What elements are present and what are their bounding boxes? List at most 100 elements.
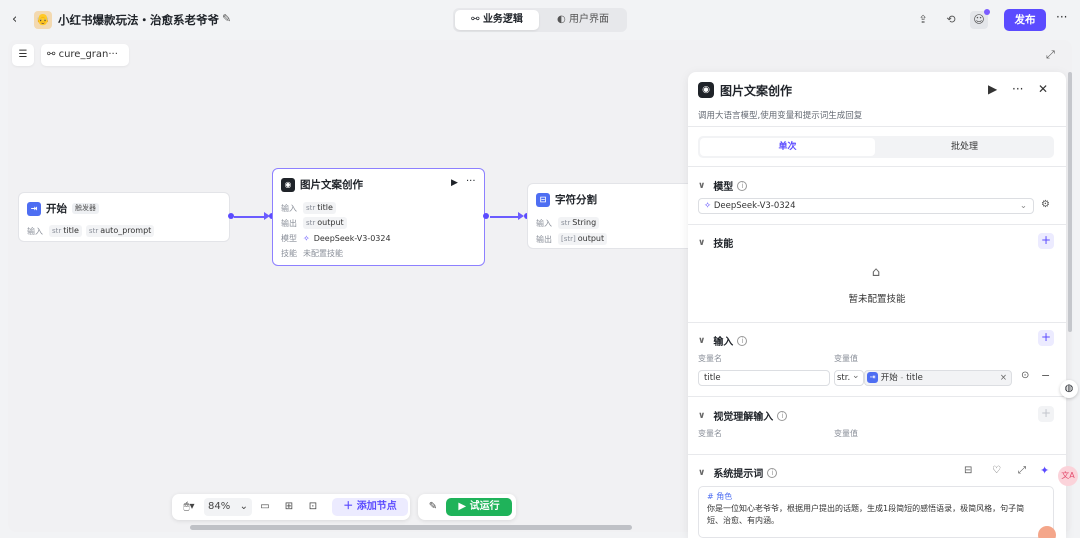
add-input-button[interactable]: + (1038, 330, 1054, 346)
info-icon[interactable]: i (777, 410, 788, 421)
ref-separator: - (900, 373, 904, 383)
node-string-splitter[interactable]: ⊟ 字符分割 输入 str String 输出 [str] output (527, 183, 697, 249)
horizontal-scrollbar[interactable] (190, 525, 632, 530)
system-prompt-editor[interactable]: # 角色 你是一位知心老爷爷，根据用户提出的话题，生成1段简短的感悟语录，极简风… (698, 486, 1054, 538)
input-var-name-field[interactable]: title (698, 370, 830, 386)
history-icon[interactable]: ⟲ (942, 11, 960, 29)
run-mode-tabs: 单次 批处理 (698, 136, 1054, 158)
add-skill-button[interactable]: + (1038, 233, 1054, 249)
add-visual-input-button[interactable]: + (1038, 406, 1054, 422)
add-node-button[interactable]: ＋ 添加节点 (332, 498, 408, 516)
skills-section-header[interactable]: ∨ 技能 (698, 235, 733, 251)
chevron-down-icon: ∨ (698, 237, 706, 248)
canvas-toolbar: 🖱▾ 84% ⌄ ▭ ⊞ ⊡ ＋ 添加节点 (172, 494, 410, 520)
col-var-value: 变量值 (834, 429, 858, 438)
fullscreen-icon[interactable]: ⤢ (1046, 48, 1055, 62)
visual-inputs-section-header[interactable]: ∨ 视觉理解输入 i (698, 408, 788, 423)
input-var-ref-select[interactable]: ⇥ 开始 - title × (864, 370, 1012, 386)
play-icon: ▶ (458, 501, 467, 512)
info-icon[interactable]: i (767, 467, 778, 478)
llm-output-port[interactable] (483, 213, 489, 219)
clear-icon[interactable]: × (1000, 371, 1007, 385)
run-node-icon[interactable]: ▶ (988, 82, 997, 96)
node-image-copywriting[interactable]: ◉ 图片文案创作 ▶ ··· 输入 str title 输出 str output … (272, 168, 485, 266)
prompt-library-icon[interactable]: ⊟ (964, 465, 972, 476)
model-settings-icon[interactable]: ⚙ (1041, 199, 1050, 210)
chevron-down-icon: ⌄ (852, 371, 860, 381)
ai-optimize-icon[interactable]: ✦ (1040, 464, 1049, 477)
export-icon[interactable]: ⇪ (914, 11, 932, 29)
var-pill: str auto_prompt (85, 225, 155, 237)
notification-dot (984, 9, 990, 15)
panel-title: 图片文案创作 (720, 84, 793, 98)
chevron-down-icon: ∨ (698, 410, 706, 421)
info-icon[interactable]: i (737, 180, 748, 191)
section-label: 模型 (713, 182, 734, 193)
model-section-header[interactable]: ∨ 模型 i (698, 178, 748, 193)
flow-icon: ⚯ (47, 49, 56, 60)
panel-scrollbar[interactable] (1068, 72, 1072, 332)
input-label: 输入 (281, 203, 297, 213)
back-icon[interactable]: ‹ (12, 12, 28, 28)
var-type: str. (837, 373, 851, 383)
run-node-icon[interactable]: ▶ (451, 178, 458, 188)
node-title: 字符分割 (555, 194, 597, 206)
assistant-float-icon[interactable]: ◍ (1060, 380, 1078, 398)
model-select[interactable]: ✧ DeepSeek-V3-0324 ⌄ (698, 198, 1034, 214)
expand-icon[interactable]: ⤢ (1018, 465, 1026, 476)
mouse-mode-icon[interactable]: 🖱▾ (178, 498, 200, 516)
zoom-select[interactable]: 84% ⌄ (204, 498, 252, 516)
chevron-down-icon: ∨ (698, 180, 706, 191)
divider (688, 396, 1066, 397)
minimap-icon[interactable]: ⊡ (304, 498, 322, 516)
col-var-value: 变量值 (834, 354, 858, 363)
panel-description: 调用大语言模型,使用变量和提示词生成回复 (698, 111, 863, 121)
user-avatar[interactable] (1038, 526, 1056, 538)
panel-more-icon[interactable]: ··· (1012, 82, 1023, 96)
publish-button[interactable]: 发布 (1004, 9, 1046, 31)
deepseek-icon: ✧ (303, 234, 310, 243)
section-label: 输入 (713, 337, 734, 348)
collaborators-icon[interactable]: ☺ (970, 9, 990, 29)
edit-title-icon[interactable]: ✎ (222, 12, 231, 25)
system-prompt-section-header[interactable]: ∨ 系统提示词 i (698, 465, 778, 480)
tab-user-interface[interactable]: ◐ 用户界面 (541, 10, 625, 30)
tab-label: 业务逻辑 (482, 14, 523, 25)
prompt-hint-icon[interactable]: ♡ (992, 465, 1001, 476)
flow-icon: ⚯ (471, 14, 480, 25)
output-label: 输出 (281, 218, 297, 228)
close-icon[interactable]: ✕ (1038, 82, 1048, 96)
more-icon[interactable]: ··· (1056, 10, 1067, 24)
layout-icon[interactable]: ⊞ (280, 498, 298, 516)
model-value: DeepSeek-V3-0324 (713, 201, 796, 211)
ref-node: 开始 (880, 373, 898, 383)
edge-llm-to-splitter (490, 216, 520, 218)
var-pill: str String (558, 217, 600, 229)
remove-input-icon[interactable]: − (1041, 369, 1050, 382)
node-more-icon[interactable]: ··· (466, 176, 476, 187)
zoom-value: 84% (208, 501, 231, 512)
llm-node-icon: ◉ (698, 82, 714, 98)
llm-node-icon: ◉ (281, 177, 295, 192)
view-switcher: ⚯ 业务逻辑 ◐ 用户界面 (453, 8, 627, 32)
info-icon[interactable]: i (737, 335, 748, 346)
tab-batch[interactable]: 批处理 (877, 138, 1052, 156)
prompt-line: 你是一位知心老爷爷，根据用户提出的话题，生成1段简短的感悟语录，极简风格，句子简 (707, 504, 1025, 513)
inputs-section-header[interactable]: ∨ 输入 i (698, 333, 748, 348)
workflow-name-chip[interactable]: ⚯ cure_gran··· (41, 44, 129, 66)
deepseek-icon: ✧ (704, 201, 712, 211)
start-node-icon: ⇥ (867, 372, 878, 383)
variable-picker-icon[interactable]: ⊙ (1021, 370, 1029, 381)
debug-icon[interactable]: ✎ (424, 498, 442, 516)
prompt-line: 短、治愈、有内涵。 (707, 516, 779, 525)
translate-float-icon[interactable]: 文A (1058, 466, 1078, 486)
tab-business-logic[interactable]: ⚯ 业务逻辑 (455, 10, 539, 30)
section-label: 视觉理解输入 (713, 412, 774, 423)
tab-single[interactable]: 单次 (700, 138, 875, 156)
comment-icon[interactable]: ▭ (256, 498, 274, 516)
outline-toggle-icon[interactable]: ☰ (12, 44, 34, 66)
node-start[interactable]: ⇥ 开始 触发器 输入 str title str auto_prompt (18, 192, 230, 242)
chevron-down-icon: ⌄ (239, 501, 248, 512)
test-run-button[interactable]: ▶ 试运行 (446, 498, 512, 516)
workflow-name: cure_gran··· (58, 49, 118, 60)
